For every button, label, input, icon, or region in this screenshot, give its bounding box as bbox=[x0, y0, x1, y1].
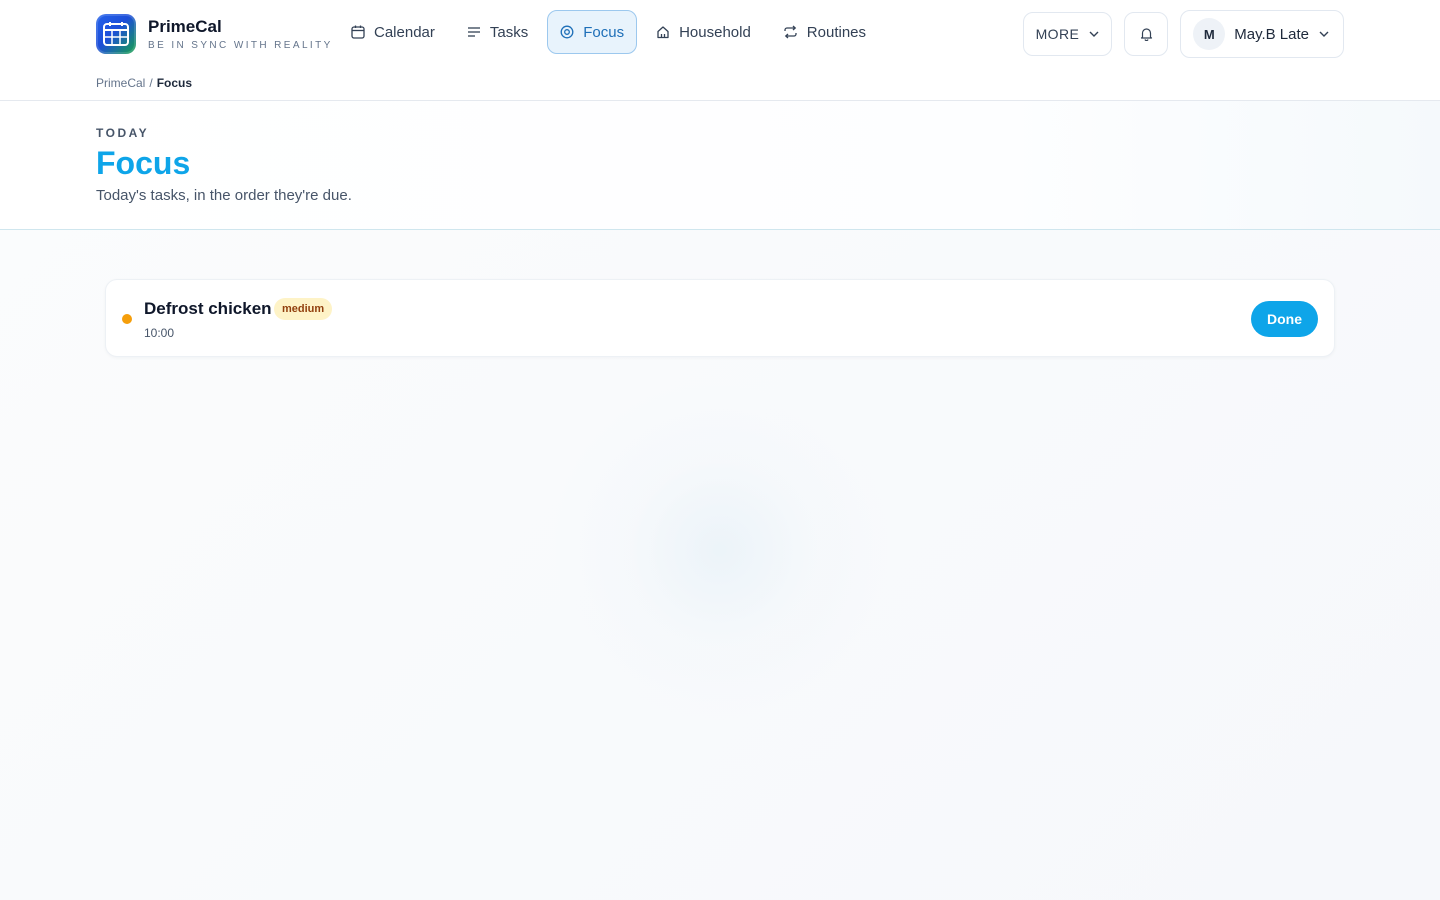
main-nav: Calendar Tasks Focus Household Routines bbox=[338, 10, 885, 54]
priority-badge: medium bbox=[274, 298, 333, 320]
page-header: TODAY Focus Today's tasks, in the order … bbox=[0, 101, 1440, 230]
home-icon bbox=[657, 26, 669, 39]
calendar-icon bbox=[351, 25, 365, 39]
task-card[interactable]: Defrost chicken medium 10:00 Done bbox=[105, 279, 1335, 357]
task-title: Defrost chicken bbox=[144, 299, 272, 318]
done-button[interactable]: Done bbox=[1251, 301, 1318, 337]
nav-label: Household bbox=[679, 23, 751, 41]
nav-label: Calendar bbox=[374, 23, 435, 41]
nav-item-household[interactable]: Household bbox=[643, 10, 764, 54]
priority-dot bbox=[122, 314, 132, 324]
breadcrumb: PrimeCal / Focus bbox=[96, 76, 192, 90]
app-name: PrimeCal bbox=[148, 17, 222, 36]
top-bar: PrimeCal BE IN SYNC WITH REALITY Calenda… bbox=[0, 0, 1440, 101]
nav-item-tasks[interactable]: Tasks bbox=[454, 10, 541, 54]
nav-item-focus[interactable]: Focus bbox=[547, 10, 638, 54]
task-time: 10:00 bbox=[144, 326, 175, 340]
chevron-down-icon bbox=[1319, 31, 1329, 37]
more-menu-button[interactable]: MORE bbox=[1022, 12, 1113, 56]
user-name: May.B Late bbox=[1234, 25, 1309, 43]
breadcrumb-current: Focus bbox=[156, 76, 193, 90]
target-icon bbox=[560, 25, 574, 39]
page-title: Focus bbox=[96, 145, 191, 181]
app-tagline: BE IN SYNC WITH REALITY bbox=[148, 40, 333, 51]
chevron-down-icon bbox=[1089, 31, 1099, 37]
app-logo-icon bbox=[96, 14, 136, 54]
nav-label: Routines bbox=[806, 23, 866, 41]
page-eyebrow: TODAY bbox=[96, 126, 150, 140]
avatar: M bbox=[1193, 18, 1226, 50]
nav-item-routines[interactable]: Routines bbox=[770, 10, 879, 54]
more-label: MORE bbox=[1035, 26, 1080, 42]
brand[interactable]: PrimeCal BE IN SYNC WITH REALITY bbox=[96, 14, 333, 54]
notifications-button[interactable] bbox=[1124, 12, 1169, 56]
header-actions: MORE M May.B Late bbox=[1022, 10, 1344, 58]
nav-label: Focus bbox=[583, 23, 625, 41]
repeat-icon bbox=[784, 25, 797, 39]
breadcrumb-separator: / bbox=[149, 76, 153, 90]
list-icon bbox=[467, 27, 480, 37]
user-menu-button[interactable]: M May.B Late bbox=[1180, 10, 1344, 58]
nav-item-calendar[interactable]: Calendar bbox=[338, 10, 448, 54]
bell-icon bbox=[1140, 28, 1152, 41]
page-subtitle: Today's tasks, in the order they're due. bbox=[96, 187, 352, 204]
nav-label: Tasks bbox=[489, 23, 529, 41]
breadcrumb-root[interactable]: PrimeCal bbox=[96, 76, 145, 90]
